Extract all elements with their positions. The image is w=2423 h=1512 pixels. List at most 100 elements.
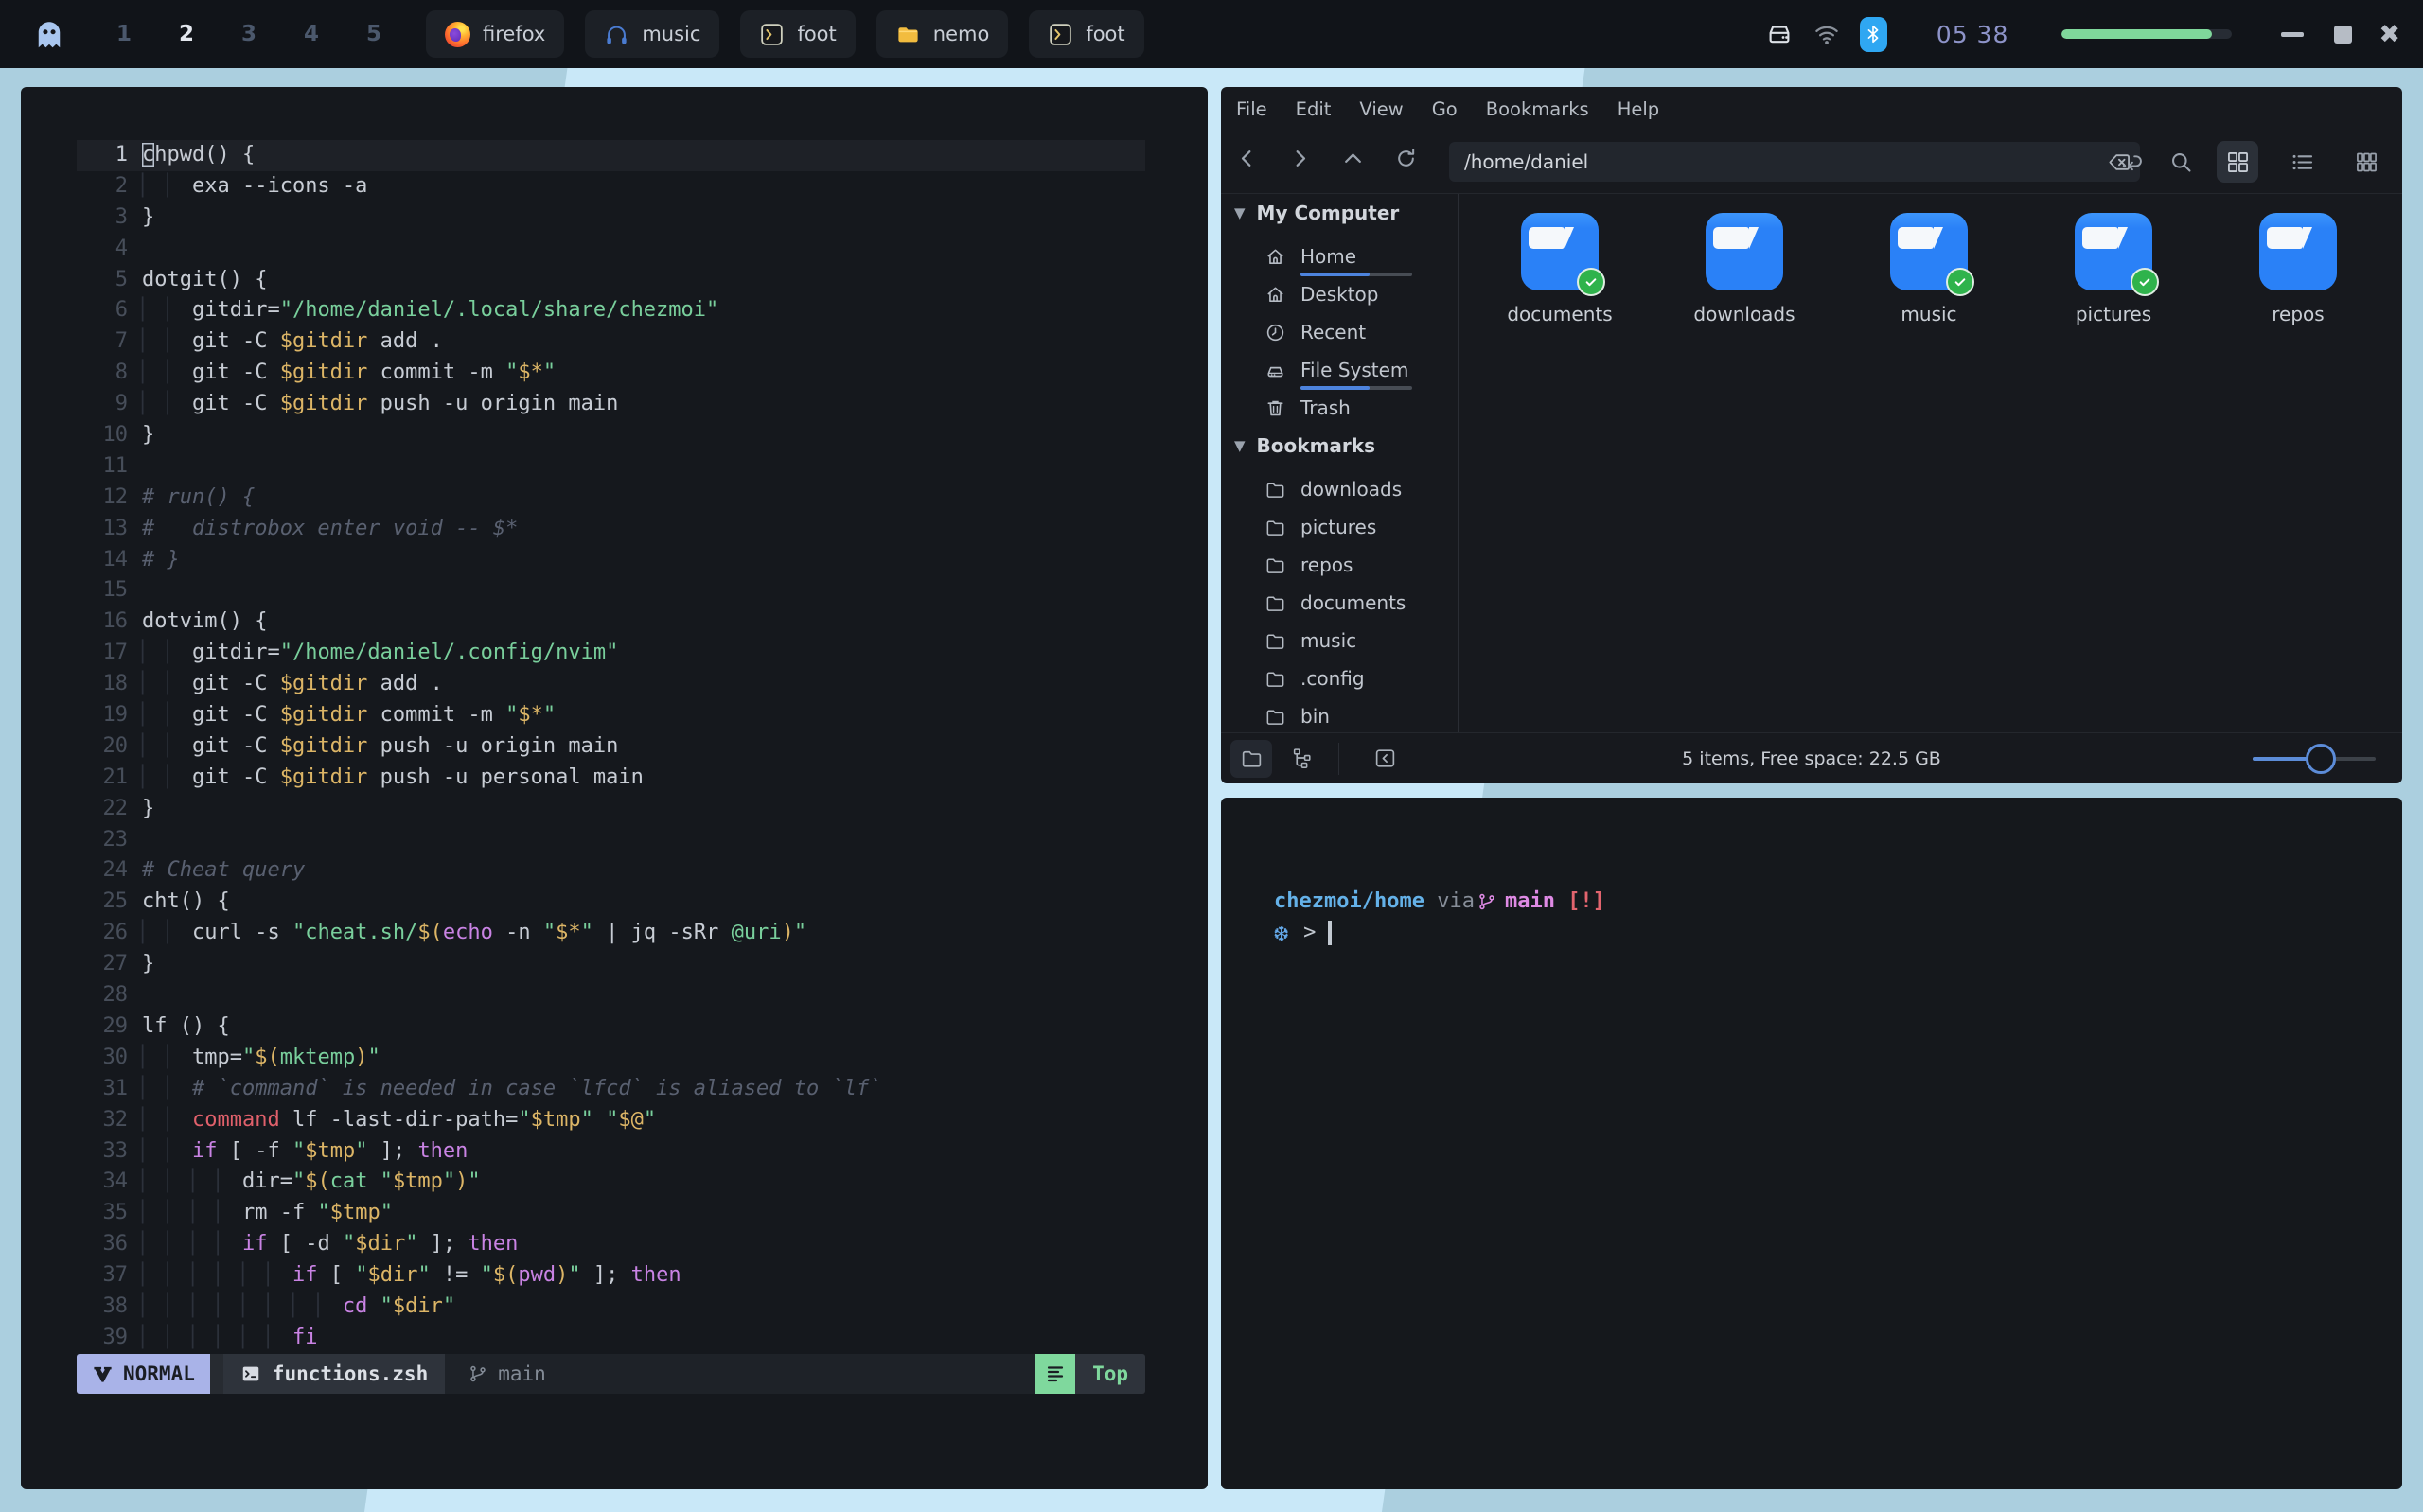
taskbar-app-foot[interactable]: foot <box>1029 10 1144 58</box>
sidebar-header-bookmarks[interactable]: ▼ Bookmarks <box>1221 427 1458 465</box>
code-line-5[interactable]: 5 dotgit() { <box>77 265 1145 296</box>
close-button[interactable]: ✖ <box>2379 22 2400 47</box>
location-bar[interactable]: /home/daniel <box>1449 142 2140 182</box>
sidebar-item-recent[interactable]: Recent <box>1221 313 1458 351</box>
maximize-button[interactable] <box>2334 25 2353 44</box>
code-line-19[interactable]: 19 ▏ ▏ git -C $gitdir commit -m "$*" <box>77 700 1145 731</box>
minimize-button[interactable] <box>2281 31 2305 37</box>
menu-bookmarks[interactable]: Bookmarks <box>1486 98 1589 120</box>
sidebar-item-downloads[interactable]: downloads <box>1221 470 1458 508</box>
folder-repos[interactable]: repos <box>2227 213 2369 325</box>
code-line-4[interactable]: 4 <box>77 234 1145 265</box>
code-line-35[interactable]: 35 ▏ ▏ ▏ ▏ rm -f "$tmp" <box>77 1198 1145 1229</box>
code-line-11[interactable]: 11 <box>77 451 1145 483</box>
code-line-3[interactable]: 3} <box>77 202 1145 234</box>
back-button[interactable] <box>1234 146 1260 171</box>
code-line-33[interactable]: 33 ▏ ▏ if [ -f "$tmp" ]; then <box>77 1136 1145 1168</box>
workspace-2[interactable]: 2 <box>174 22 199 46</box>
up-button[interactable] <box>1340 146 1366 171</box>
code-line-25[interactable]: 25 cht() { <box>77 887 1145 918</box>
code-line-22[interactable]: 22} <box>77 794 1145 825</box>
menu-edit[interactable]: Edit <box>1296 98 1332 120</box>
taskbar-app-foot[interactable]: foot <box>740 10 856 58</box>
code-area[interactable]: 1 chpwd() {2 ▏ ▏ exa --icons -a 3} 4 5 dotgit(… <box>77 140 1145 1354</box>
toggle-location-entry-icon[interactable] <box>2120 149 2146 175</box>
workspace-5[interactable]: 5 <box>362 22 386 46</box>
icon-view-button[interactable] <box>2217 141 2258 183</box>
code-line-30[interactable]: 30 ▏ ▏ tmp="$(mktemp)" <box>77 1043 1145 1074</box>
sidebar-item-desktop[interactable]: Desktop <box>1221 275 1458 313</box>
code-line-17[interactable]: 17 ▏ ▏ gitdir="/home/daniel/.config/nvim" <box>77 638 1145 669</box>
code-line-23[interactable]: 23 <box>77 825 1145 856</box>
folder-pictures[interactable]: pictures <box>2043 213 2184 325</box>
sidebar-item-music[interactable]: music <box>1221 622 1458 659</box>
taskbar-app-music[interactable]: music <box>585 10 720 58</box>
folder-music[interactable]: music <box>1858 213 2000 325</box>
taskbar-app-label: nemo <box>932 23 990 45</box>
code-line-8[interactable]: 8 ▏ ▏ git -C $gitdir commit -m "$*" <box>77 358 1145 389</box>
sidebar-item-pictures[interactable]: pictures <box>1221 508 1458 546</box>
code-line-29[interactable]: 29 lf () { <box>77 1011 1145 1043</box>
sidebar-item-repos[interactable]: repos <box>1221 546 1458 584</box>
zoom-slider[interactable] <box>2253 743 2376 774</box>
disk-icon[interactable] <box>1765 20 1794 48</box>
code-line-7[interactable]: 7 ▏ ▏ git -C $gitdir add . <box>77 326 1145 358</box>
code-line-21[interactable]: 21 ▏ ▏ git -C $gitdir push -u personal ma… <box>77 763 1145 794</box>
code-line-2[interactable]: 2 ▏ ▏ exa --icons -a <box>77 171 1145 202</box>
ghost-logo-icon[interactable] <box>32 17 66 51</box>
zoom-slider-handle[interactable] <box>2305 743 2336 774</box>
taskbar-app-label: music <box>642 23 701 45</box>
code-line-20[interactable]: 20 ▏ ▏ git -C $gitdir push -u origin main <box>77 731 1145 763</box>
wifi-icon[interactable] <box>1813 20 1841 48</box>
bluetooth-icon[interactable] <box>1859 16 1887 52</box>
code-line-27[interactable]: 27} <box>77 949 1145 980</box>
code-line-37[interactable]: 37 ▏ ▏ ▏ ▏ ▏ ▏ if [ "$dir" != "$(pwd)" ];… <box>77 1260 1145 1292</box>
sidebar-item-file-system[interactable]: File System <box>1221 351 1458 390</box>
list-view-button[interactable] <box>2281 141 2323 183</box>
code-line-12[interactable]: 12 # run() { <box>77 483 1145 514</box>
terminal-window[interactable]: chezmoi/home via main [!] ❆ > <box>1221 798 2402 1489</box>
menu-file[interactable]: File <box>1236 98 1267 120</box>
workspace-1[interactable]: 1 <box>112 22 136 46</box>
folder-documents[interactable]: documents <box>1489 213 1631 325</box>
taskbar-app-firefox[interactable]: firefox <box>426 10 565 58</box>
sidebar-header-my-computer[interactable]: ▼ My Computer <box>1221 194 1458 232</box>
code-line-26[interactable]: 26 ▏ ▏ curl -s "cheat.sh/$(echo -n "$*" |… <box>77 918 1145 949</box>
code-line-10[interactable]: 10} <box>77 420 1145 451</box>
sidebar-item-trash[interactable]: Trash <box>1221 389 1458 427</box>
taskbar-app-nemo[interactable]: nemo <box>875 10 1009 58</box>
menu-view[interactable]: View <box>1359 98 1403 120</box>
line-number: 22 <box>102 796 129 820</box>
compact-view-button[interactable] <box>2345 141 2387 183</box>
workspace-4[interactable]: 4 <box>299 22 324 46</box>
search-icon[interactable] <box>2168 149 2194 175</box>
sidebar-item-config[interactable]: .config <box>1221 659 1458 697</box>
forward-button[interactable] <box>1287 146 1313 171</box>
code-line-24[interactable]: 24 # Cheat query <box>77 855 1145 887</box>
sidebar-item-documents[interactable]: documents <box>1221 584 1458 622</box>
code-line-6[interactable]: 6 ▏ ▏ gitdir="/home/daniel/.local/share/c… <box>77 295 1145 326</box>
code-line-32[interactable]: 32 ▏ ▏ command lf -last-dir-path="$tmp" "… <box>77 1105 1145 1136</box>
workspace-3[interactable]: 3 <box>237 22 261 46</box>
code-line-16[interactable]: 16 dotvim() { <box>77 607 1145 638</box>
code-line-14[interactable]: 14 # } <box>77 545 1145 576</box>
code-line-1[interactable]: 1 chpwd() { <box>77 140 1145 171</box>
menu-help[interactable]: Help <box>1618 98 1659 120</box>
code-line-18[interactable]: 18 ▏ ▏ git -C $gitdir add . <box>77 669 1145 700</box>
code-line-34[interactable]: 34 ▏ ▏ ▏ ▏ dir="$(cat "$tmp")" <box>77 1167 1145 1198</box>
folder-downloads[interactable]: downloads <box>1673 213 1815 325</box>
code-line-39[interactable]: 39 ▏ ▏ ▏ ▏ ▏ ▏ fi <box>77 1323 1145 1354</box>
code-line-13[interactable]: 13 # distrobox enter void -- $* <box>77 514 1145 545</box>
input-line[interactable]: ❆ > <box>1274 917 1333 948</box>
sidebar-item-home[interactable]: Home <box>1221 237 1458 276</box>
refresh-button[interactable] <box>1393 146 1419 171</box>
code-line-31[interactable]: 31 ▏ ▏ # `command` is needed in case `lfc… <box>77 1074 1145 1105</box>
code-line-15[interactable]: 15 <box>77 575 1145 607</box>
code-line-9[interactable]: 9 ▏ ▏ git -C $gitdir push -u origin main <box>77 389 1145 420</box>
code-line-36[interactable]: 36 ▏ ▏ ▏ ▏ if [ -d "$dir" ]; then <box>77 1229 1145 1260</box>
location-path[interactable]: /home/daniel <box>1464 150 2107 173</box>
code-line-38[interactable]: 38 ▏ ▏ ▏ ▏ ▏ ▏ ▏ ▏ cd "$dir" <box>77 1292 1145 1323</box>
code-line-28[interactable]: 28 <box>77 980 1145 1011</box>
menu-go[interactable]: Go <box>1432 98 1458 120</box>
sidebar-item-bin[interactable]: bin <box>1221 697 1458 735</box>
